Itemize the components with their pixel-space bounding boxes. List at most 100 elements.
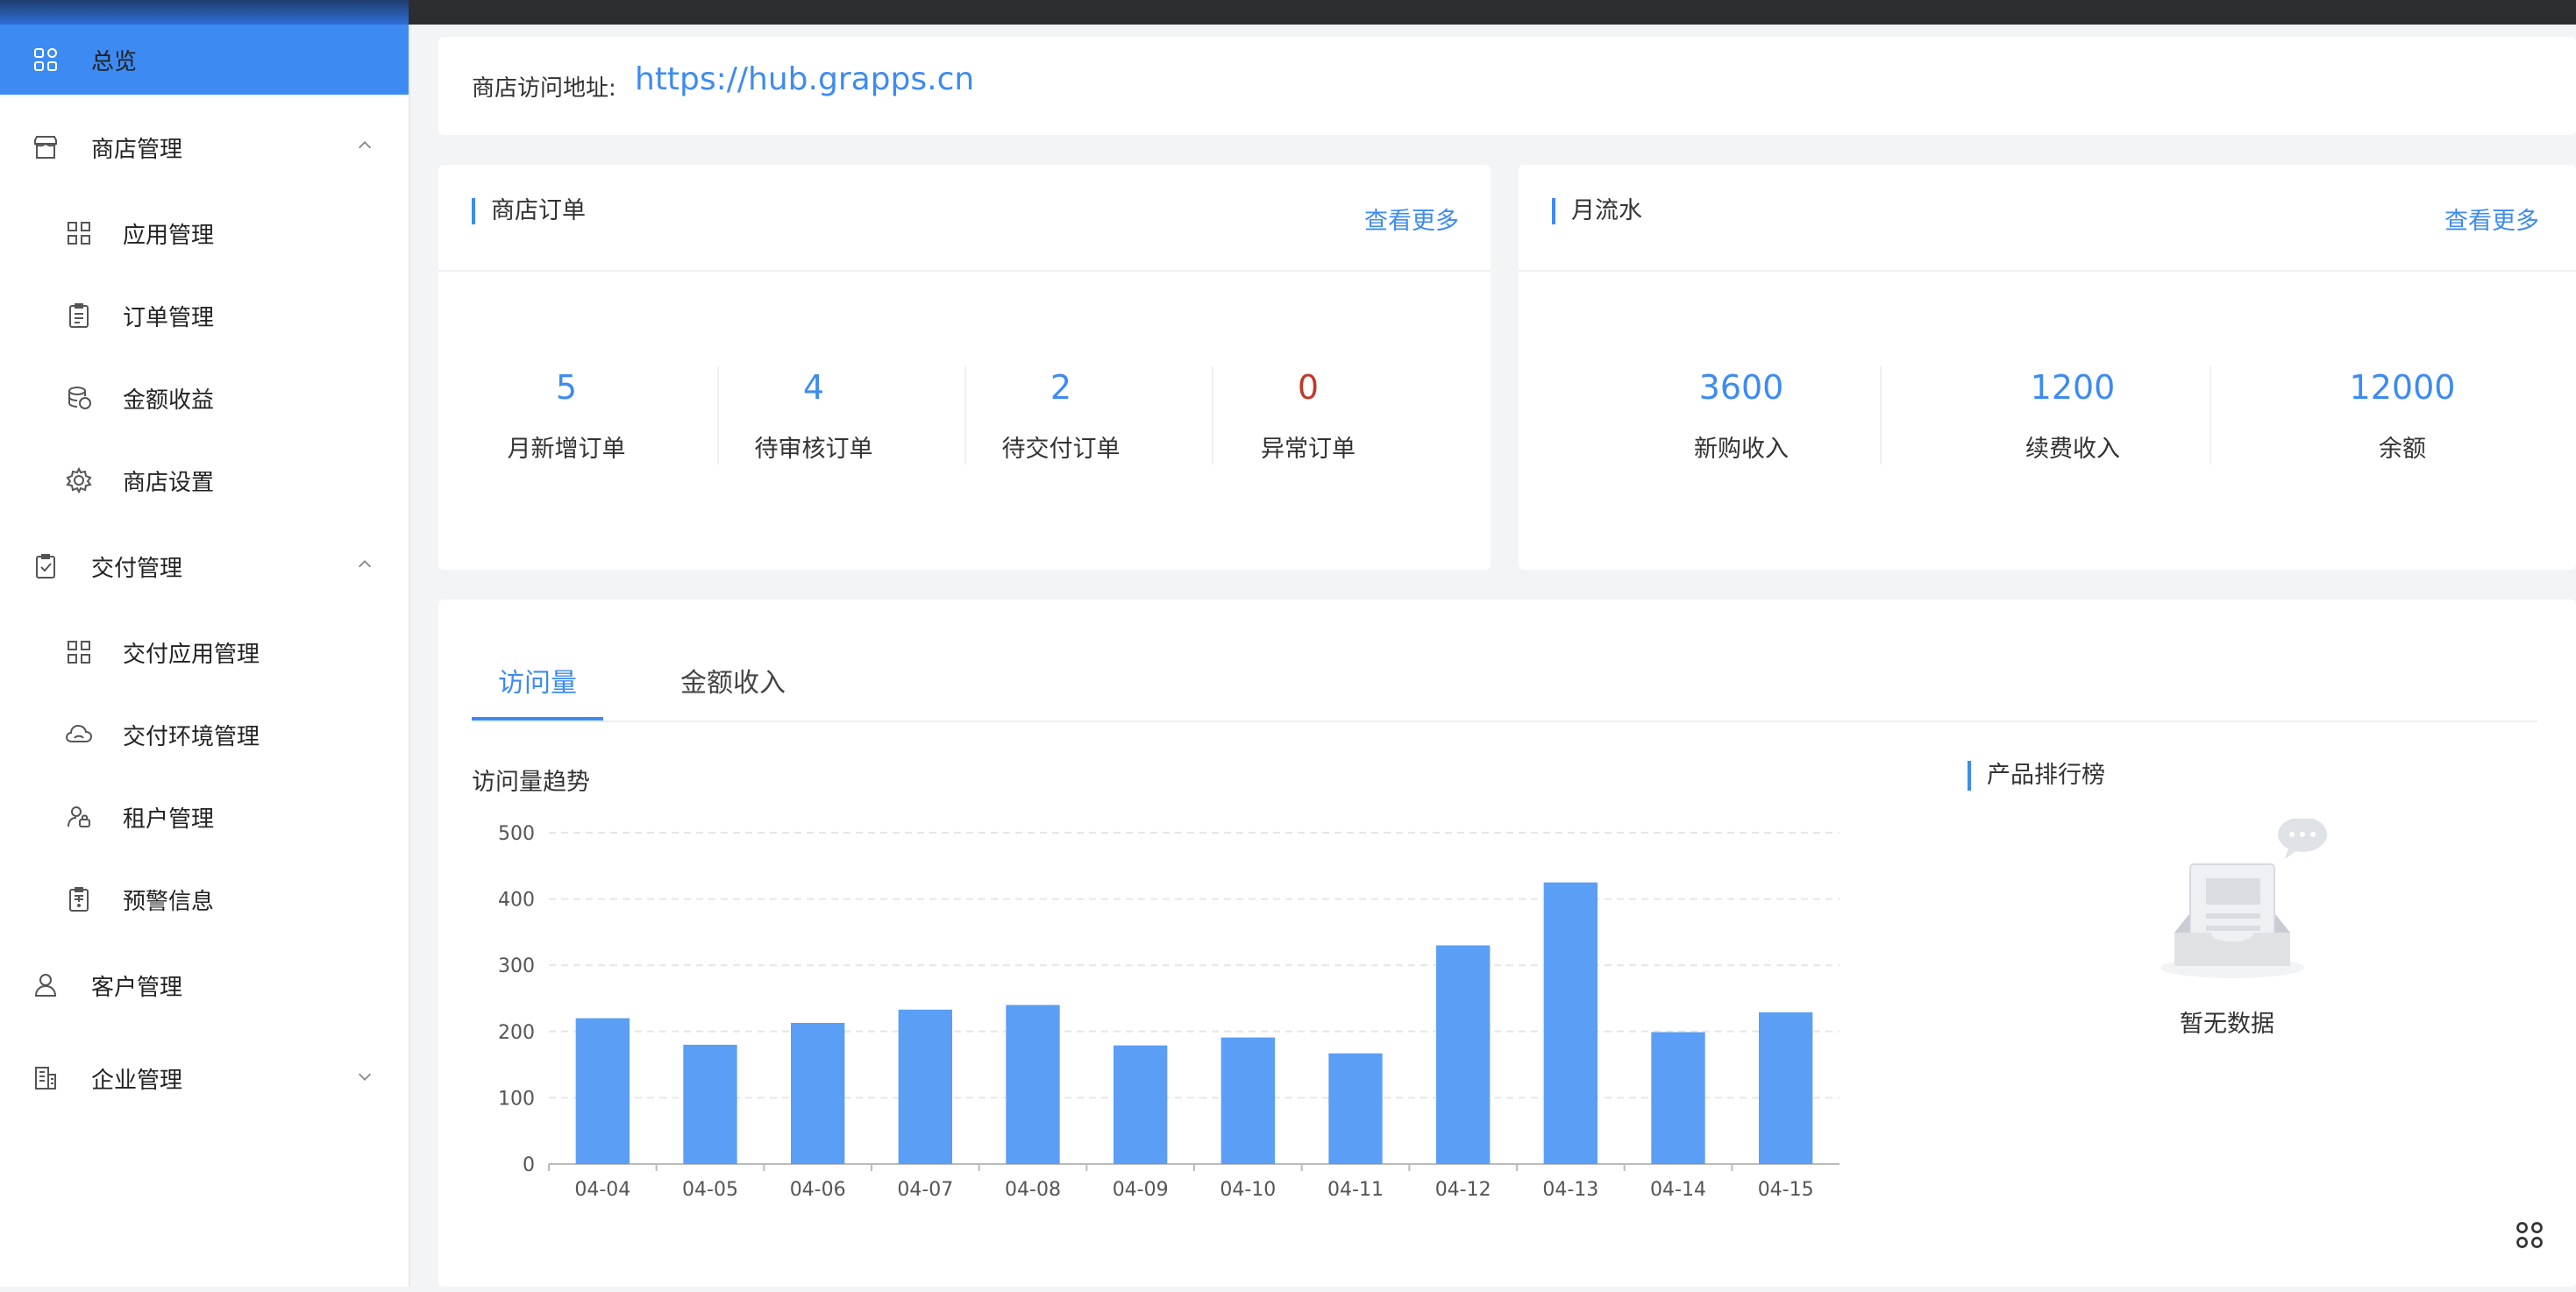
stat-label: 月新增订单: [507, 436, 626, 463]
sidebar-item-overview[interactable]: 总览: [0, 25, 409, 95]
sidebar-item-label: 商店设置: [123, 469, 215, 496]
stat-new-orders[interactable]: 5 月新增订单: [496, 365, 637, 464]
sidebar-item-store[interactable]: 商店管理: [0, 112, 409, 182]
sidebar-item-label: 订单管理: [123, 304, 215, 331]
apps-icon: [63, 217, 95, 249]
sidebar-item-enterprise[interactable]: 企业管理: [0, 1043, 409, 1113]
coins-icon: [63, 382, 95, 414]
overview-icon: [30, 44, 61, 75]
divider: [1880, 366, 1882, 465]
sidebar-item-app-management[interactable]: 应用管理: [0, 198, 409, 268]
chart-title: 访问量趋势: [472, 769, 590, 796]
bar: [575, 1018, 630, 1164]
x-tick-label: 04-05: [682, 1179, 738, 1201]
x-tick-label: 04-13: [1542, 1179, 1598, 1201]
x-tick-label: 04-14: [1650, 1179, 1706, 1201]
sidebar-item-order-management[interactable]: 订单管理: [0, 280, 409, 351]
x-tick-label: 04-04: [574, 1179, 630, 1201]
stat-value: 1200: [2030, 368, 2116, 407]
stat-value: 5: [555, 368, 578, 407]
chevron-up-icon: [354, 135, 375, 156]
empty-state-text: 暂无数据: [2180, 1011, 2274, 1038]
y-tick-label: 400: [498, 890, 535, 912]
bar: [1006, 1004, 1060, 1164]
sidebar-item-tenants[interactable]: 租户管理: [0, 782, 409, 852]
x-tick-label: 04-07: [897, 1179, 953, 1201]
stat-label: 异常订单: [1261, 436, 1356, 463]
sidebar-item-label: 企业管理: [91, 1067, 183, 1094]
sidebar-item-delivery-env[interactable]: 交付环境管理: [0, 699, 409, 770]
sidebar-item-revenue[interactable]: 金额收益: [0, 363, 409, 433]
sidebar-item-store-settings[interactable]: 商店设置: [0, 445, 409, 515]
tenant-icon: [63, 801, 95, 833]
sidebar-item-label: 商店管理: [91, 136, 183, 163]
cloud-icon: [63, 719, 95, 750]
stat-renewal[interactable]: 1200 续费收入: [1992, 365, 2153, 464]
store-url-label: 商店访问地址:: [472, 75, 616, 102]
chevron-up-icon: [354, 554, 375, 575]
tab-bar-line: [472, 721, 2537, 722]
divider: [717, 366, 719, 465]
x-tick-label: 04-09: [1113, 1179, 1169, 1201]
chevron-down-icon: [354, 1066, 375, 1087]
sidebar-item-label: 交付应用管理: [123, 641, 260, 668]
top-bar: [0, 0, 2576, 25]
floating-menu-button[interactable]: [2499, 1206, 2560, 1267]
flow-card-title: 月流水: [1552, 198, 1642, 224]
store-url-card: 商店访问地址: https://hub.grapps.cn: [438, 37, 2576, 135]
sidebar-item-label: 交付环境管理: [123, 723, 260, 750]
stat-label: 续费收入: [2025, 436, 2120, 463]
stat-balance[interactable]: 12000 余额: [2322, 365, 2483, 464]
monthly-flow-card: 月流水 3600 新购收入 1200 续费收入 12000 余额: [1519, 165, 2576, 570]
stat-label: 待交付订单: [1001, 436, 1121, 463]
alert-icon: [63, 884, 95, 915]
orders-view-more-link[interactable]: 查看更多: [1364, 202, 1459, 236]
card-divider: [1519, 270, 2576, 272]
stat-abnormal-orders[interactable]: 0 异常订单: [1238, 365, 1378, 464]
tab-visits[interactable]: 访问量: [498, 661, 577, 699]
sidebar-item-label: 总览: [91, 48, 138, 75]
divider: [964, 366, 966, 465]
bar: [1543, 882, 1598, 1164]
stat-pending-review[interactable]: 4 待审核订单: [744, 365, 884, 464]
divider: [1212, 366, 1213, 465]
y-tick-label: 500: [498, 823, 535, 845]
customer-icon: [30, 969, 61, 1001]
sidebar-item-delivery-apps[interactable]: 交付应用管理: [0, 617, 409, 687]
stat-value: 3600: [1698, 368, 1784, 407]
stat-pending-delivery[interactable]: 2 待交付订单: [991, 365, 1131, 464]
orders-card: 商店订单 5 月新增订单 4 待审核订单 2 待交付订单 0 异常订单: [438, 165, 1491, 570]
sidebar-item-delivery[interactable]: 交付管理: [0, 531, 409, 601]
x-tick-label: 04-15: [1758, 1179, 1814, 1201]
stat-value: 2: [1050, 368, 1072, 407]
bar: [1220, 1037, 1275, 1164]
sidebar-item-alerts[interactable]: 预警信息: [0, 864, 409, 934]
sidebar-item-label: 预警信息: [123, 888, 215, 915]
stat-new-purchase[interactable]: 3600 新购收入: [1661, 365, 1822, 464]
sidebar-item-label: 应用管理: [123, 222, 215, 249]
traffic-card: 访问量 金额收入 访问量趋势 0 100 200 300 400 500 04-04 04-0…: [438, 600, 2576, 1287]
apps-icon: [63, 636, 95, 668]
ranking-title: 产品排行榜: [1968, 761, 2105, 791]
flow-view-more-link[interactable]: 查看更多: [2444, 202, 2539, 236]
sidebar: 总览 商店管理 应用管理 订单管理 金额收益 商店设置 交付管理 交付应用管理 …: [0, 25, 410, 1287]
active-tab-indicator: [472, 717, 603, 721]
y-tick-label: 100: [498, 1088, 535, 1110]
top-bar-accent: [0, 0, 409, 25]
store-url-link[interactable]: https://hub.grapps.cn: [635, 61, 974, 97]
y-tick-label: 300: [498, 955, 535, 977]
x-tick-label: 04-10: [1220, 1179, 1276, 1201]
y-tick-label: 0: [523, 1154, 535, 1176]
x-tick-label: 04-08: [1005, 1179, 1061, 1201]
sidebar-item-label: 金额收益: [123, 387, 215, 414]
orders-card-title: 商店订单: [472, 198, 586, 224]
tab-revenue[interactable]: 金额收入: [680, 661, 786, 699]
sidebar-item-label: 交付管理: [91, 555, 183, 582]
sidebar-item-customers[interactable]: 客户管理: [0, 950, 409, 1020]
sidebar-item-label: 客户管理: [91, 974, 183, 1001]
x-tick-label: 04-12: [1435, 1179, 1491, 1201]
apps-icon: [2514, 1219, 2545, 1254]
sidebar-item-label: 租户管理: [123, 806, 215, 833]
visits-bar-chart: 0 100 200 300 400 500 04-04 04-05 04-06 04-07 04-0…: [498, 823, 1839, 1201]
stat-value: 0: [1297, 368, 1320, 407]
